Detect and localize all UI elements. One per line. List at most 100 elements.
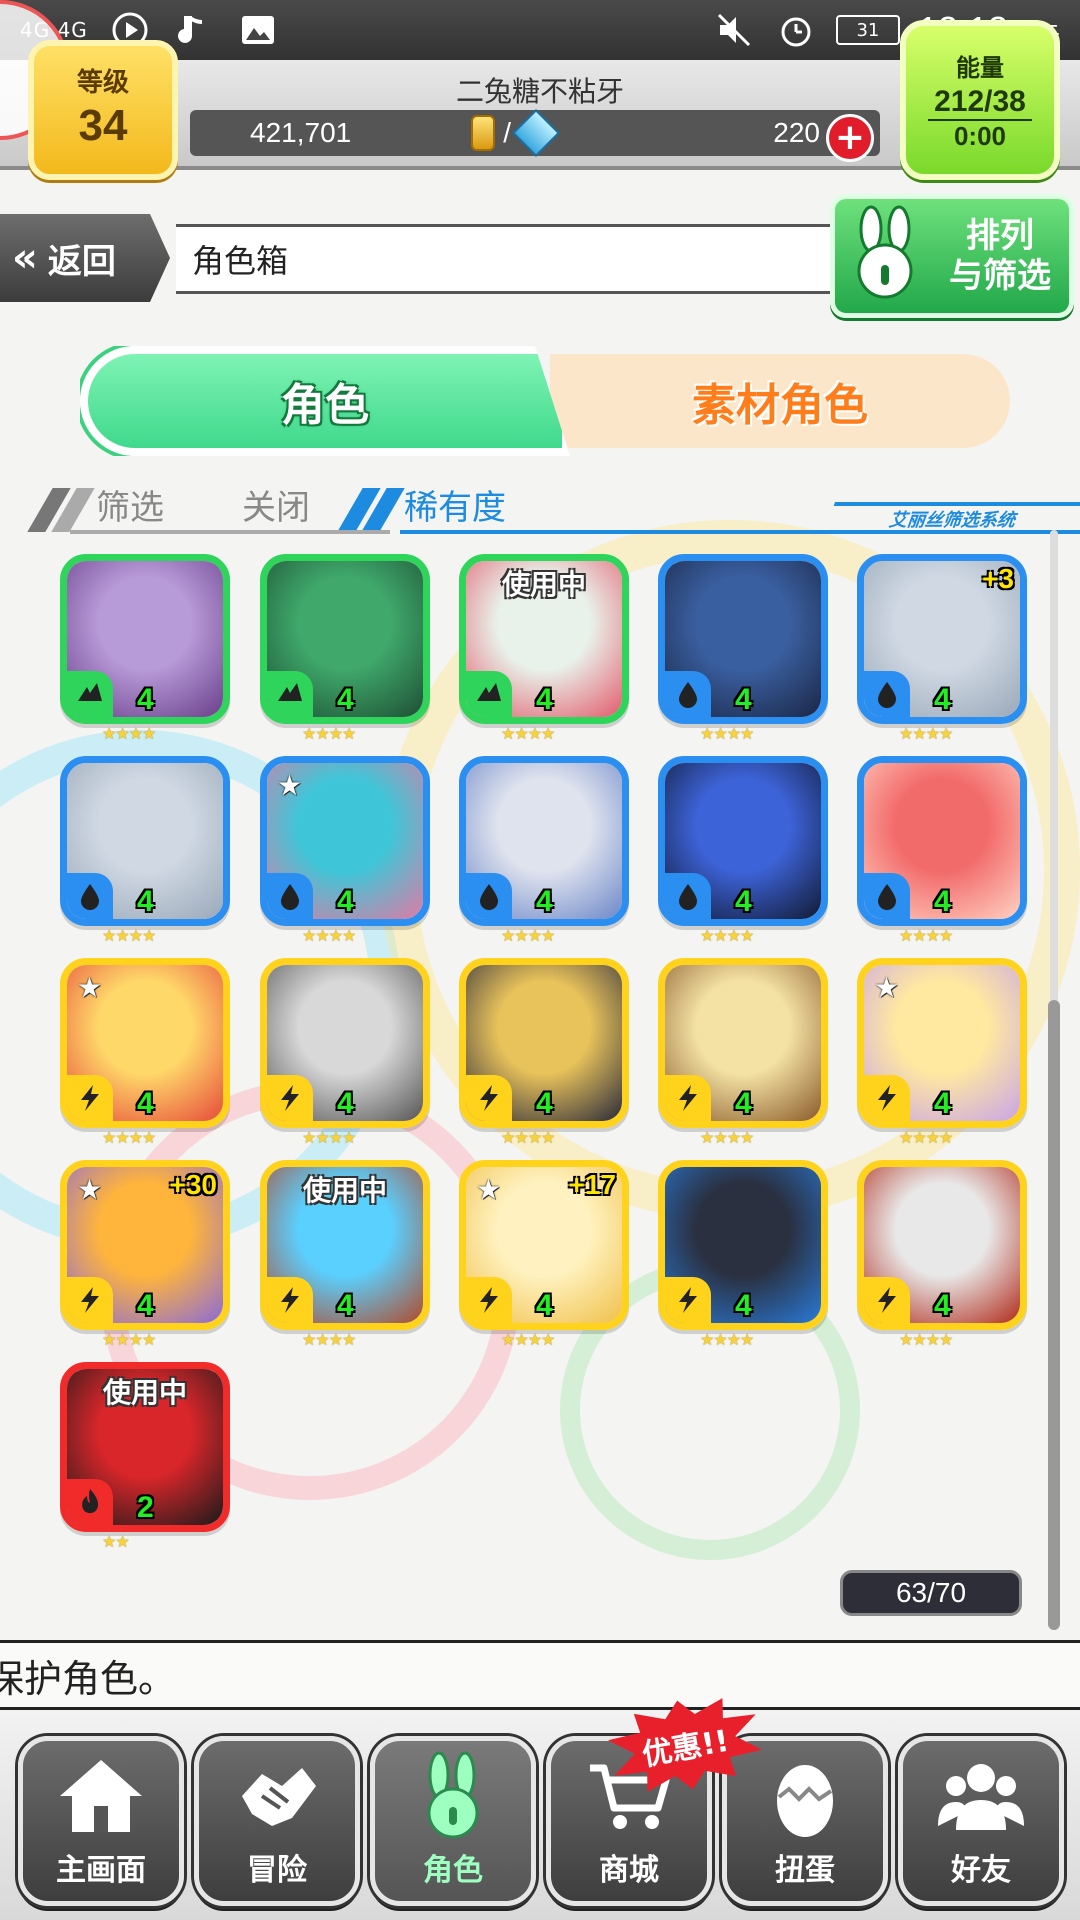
nav-label: 主画面 (56, 1853, 146, 1888)
character-card[interactable]: 4 (60, 756, 230, 926)
character-level: 4 (337, 683, 354, 716)
tab-characters[interactable]: 角色 (80, 346, 570, 456)
thunder-icon (665, 1277, 711, 1323)
rarity-stars: ★★★★ (899, 724, 953, 743)
rarity-stars: ★★★★ (899, 1330, 953, 1349)
character-level: 4 (337, 885, 354, 918)
energy-badge: 能量 212/38 0:00 (900, 20, 1060, 180)
water-icon (864, 873, 910, 919)
rarity-stars: ★★★★ (501, 926, 555, 945)
nav-home[interactable]: 主画面 (18, 1736, 184, 1906)
nav-label: 角色 (423, 1853, 483, 1888)
water-icon (267, 873, 313, 919)
rarity-stars: ★★★★ (700, 1128, 754, 1147)
page-title-text: 角色箱 (192, 242, 289, 280)
character-card[interactable]: 4 ★ (260, 756, 430, 926)
character-card[interactable]: 2 使用中 (60, 1362, 230, 1532)
player-name: 二兔糖不粘牙 (455, 75, 624, 108)
page-title: 角色箱 (176, 224, 876, 294)
character-card[interactable]: 4 (857, 756, 1027, 926)
character-card[interactable]: 4 使用中 (459, 554, 629, 724)
filter-label[interactable]: 筛选 (96, 480, 164, 529)
nav-label: 扭蛋 (775, 1853, 835, 1888)
character-card[interactable]: 4 (658, 554, 828, 724)
sort-label-line1: 排列 (966, 216, 1034, 256)
thunder-icon (864, 1075, 910, 1121)
handshake-icon (199, 1741, 355, 1851)
back-button[interactable]: « 返回 (0, 214, 170, 302)
rarity-stars: ★★★★ (302, 724, 356, 743)
thunder-icon (864, 1277, 910, 1323)
water-icon (67, 873, 113, 919)
nav-gacha[interactable]: 扭蛋 (722, 1736, 888, 1906)
character-level: 4 (934, 1087, 951, 1120)
tab-bar: 素材角色 角色 (80, 346, 1010, 456)
character-level: 4 (536, 683, 553, 716)
character-card[interactable]: 4 (260, 554, 430, 724)
rarity-stars: ★★★★ (102, 926, 156, 945)
character-card[interactable]: 4 (658, 756, 828, 926)
back-button-label: 返回 (47, 241, 116, 282)
filter-row: 筛选 关闭 稀有度 艾丽丝筛选系统 (27, 476, 1080, 534)
nav-characters[interactable]: 角色 (370, 1736, 536, 1906)
character-card[interactable]: 4 +3 (857, 554, 1027, 724)
divider (70, 530, 390, 534)
character-card[interactable]: 4 ★ (857, 958, 1027, 1128)
water-icon (665, 671, 711, 717)
character-card[interactable]: 4 (658, 958, 828, 1128)
character-level: 4 (934, 683, 951, 716)
tab-material-characters[interactable]: 素材角色 (550, 354, 1010, 448)
nav-adventure[interactable]: 冒险 (194, 1736, 360, 1906)
energy-label: 能量 (956, 54, 1004, 82)
character-card[interactable]: 4 使用中 (260, 1160, 430, 1330)
double-chevron-left-icon: « (12, 235, 38, 281)
nav-label: 冒险 (247, 1853, 307, 1888)
wind-icon (67, 671, 113, 717)
bunny-icon (375, 1741, 531, 1851)
thunder-icon (67, 1277, 113, 1323)
wind-icon (267, 671, 313, 717)
character-card[interactable]: 4 (459, 958, 629, 1128)
rarity-sort-label[interactable]: 稀有度 (404, 480, 506, 529)
music-note-icon (172, 8, 216, 52)
rarity-stars: ★★★★ (302, 926, 356, 945)
character-card[interactable]: 4 ★ (60, 958, 230, 1128)
character-level: 4 (934, 1289, 951, 1322)
nav-friends[interactable]: 好友 (898, 1736, 1064, 1906)
character-card[interactable]: 4 (857, 1160, 1027, 1330)
egg-icon (727, 1741, 883, 1851)
character-card[interactable]: 4 ★ +30 (60, 1160, 230, 1330)
character-level: 4 (735, 885, 752, 918)
water-icon (665, 873, 711, 919)
home-icon (23, 1741, 179, 1851)
nav-label: 商城 (599, 1853, 659, 1888)
character-card[interactable]: 4 ★ +17 (459, 1160, 629, 1330)
sort-label-line2: 与筛选 (949, 256, 1051, 296)
rarity-stars: ★★★★ (102, 1128, 156, 1147)
add-gems-button[interactable]: + (826, 114, 874, 162)
battery-indicator: 31 (835, 15, 900, 45)
bunny-sort-icon (843, 205, 933, 324)
filter-state[interactable]: 关闭 (242, 480, 310, 529)
character-card[interactable]: 4 (459, 756, 629, 926)
character-level: 4 (536, 885, 553, 918)
character-card[interactable]: 4 (60, 554, 230, 724)
character-grid: 4 ★★★★ 4 ★★★★ 4 使用中 ★★★★ 4 ★★★★ 4 +3 ★★★★ 4 ★★★★ 4 ★ ★★★… (0, 540, 1040, 1640)
character-level: 4 (337, 1087, 354, 1120)
character-card[interactable]: 4 (260, 958, 430, 1128)
currency-row: 421,701 / 220 (190, 108, 880, 158)
plus-value-badge: +30 (169, 1169, 218, 1200)
favorite-star-icon: ★ (77, 971, 103, 1004)
rarity-stars: ★★★★ (899, 926, 953, 945)
sort-filter-button[interactable]: 排列 与筛选 (830, 194, 1074, 318)
in-use-label: 使用中 (501, 568, 586, 601)
rarity-stars: ★★★★ (302, 1128, 356, 1147)
thunder-icon (466, 1075, 512, 1121)
character-card[interactable]: 4 (658, 1160, 828, 1330)
scrollbar-thumb[interactable] (1048, 1000, 1060, 1630)
character-level: 4 (337, 1289, 354, 1322)
fire-icon (67, 1479, 113, 1525)
bottom-nav: 主画面 冒险 角色 商城 扭蛋 好友 (0, 1710, 1080, 1920)
favorite-star-icon: ★ (77, 1173, 103, 1206)
rarity-stars: ★★★★ (102, 1330, 156, 1349)
